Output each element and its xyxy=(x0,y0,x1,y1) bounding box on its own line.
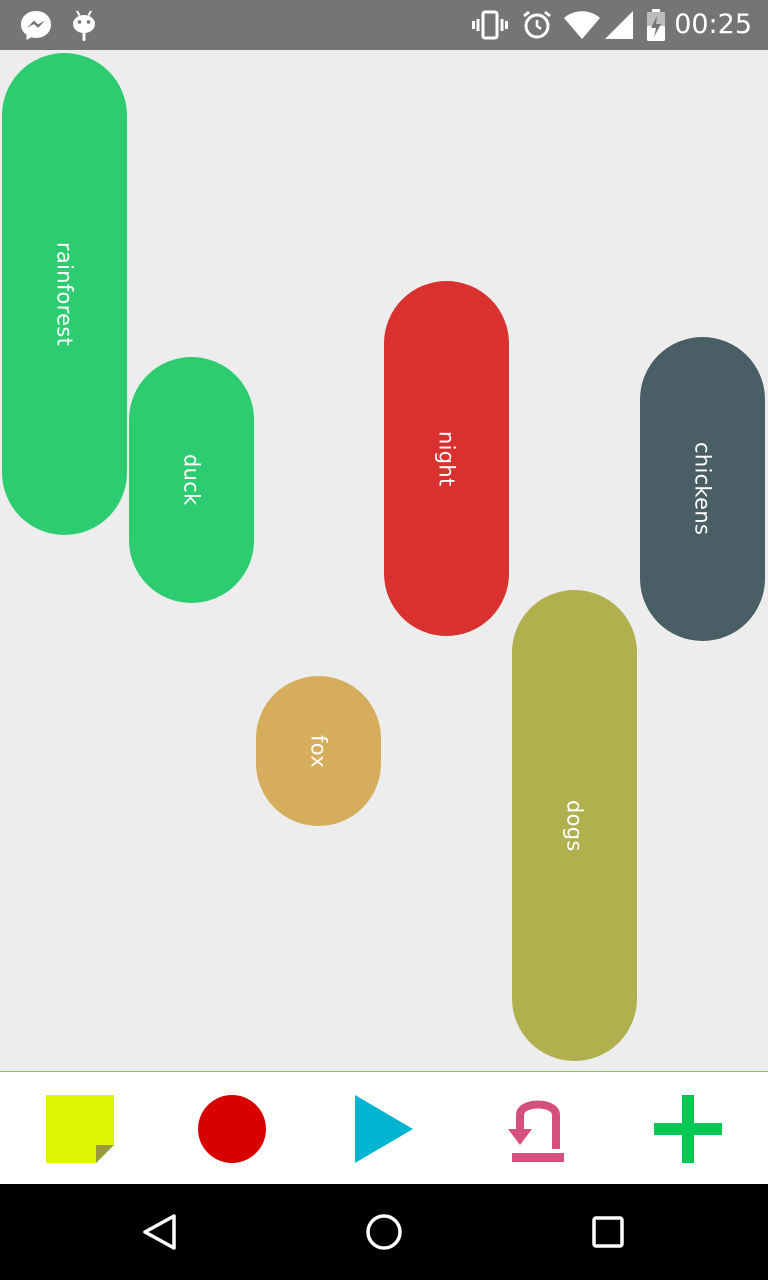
play-button[interactable] xyxy=(334,1072,434,1185)
tag-label: duck xyxy=(179,454,204,506)
tag-pill-duck[interactable]: duck xyxy=(129,357,254,603)
android-debug-icon xyxy=(68,0,100,50)
note-button[interactable] xyxy=(30,1072,130,1185)
signal-icon xyxy=(604,0,634,50)
vibrate-icon xyxy=(471,0,509,50)
tag-canvas[interactable]: rainforest duck night chickens fox dogs xyxy=(0,50,768,1071)
tag-pill-dogs[interactable]: dogs xyxy=(512,590,637,1061)
recents-button[interactable] xyxy=(553,1184,663,1280)
recents-icon xyxy=(592,1216,624,1248)
tag-pill-night[interactable]: night xyxy=(384,281,509,636)
home-icon xyxy=(366,1214,402,1250)
tag-pill-fox[interactable]: fox xyxy=(256,676,381,826)
tag-label: dogs xyxy=(562,799,587,852)
battery-icon xyxy=(644,0,668,50)
back-button[interactable] xyxy=(105,1184,215,1280)
record-icon xyxy=(198,1094,266,1163)
note-icon xyxy=(46,1094,114,1163)
navigation-bar xyxy=(0,1184,768,1280)
undo-icon xyxy=(508,1100,564,1162)
tag-pill-rainforest[interactable]: rainforest xyxy=(2,53,127,535)
wifi-icon xyxy=(563,0,601,50)
tag-label: fox xyxy=(306,734,331,768)
back-icon xyxy=(143,1214,176,1250)
play-icon xyxy=(355,1094,413,1163)
add-icon xyxy=(654,1094,722,1163)
tag-label: night xyxy=(434,430,459,487)
undo-button[interactable] xyxy=(488,1072,588,1185)
alarm-icon xyxy=(520,0,554,50)
add-button[interactable] xyxy=(638,1072,738,1185)
messenger-icon xyxy=(18,0,54,50)
home-button[interactable] xyxy=(329,1184,439,1280)
tag-label: chickens xyxy=(690,442,715,536)
bottom-toolbar xyxy=(0,1071,768,1185)
status-time: 00:25 xyxy=(674,9,752,40)
status-bar: 00:25 xyxy=(0,0,768,50)
tag-label: rainforest xyxy=(52,241,77,347)
tag-pill-chickens[interactable]: chickens xyxy=(640,337,765,641)
record-button[interactable] xyxy=(182,1072,282,1185)
